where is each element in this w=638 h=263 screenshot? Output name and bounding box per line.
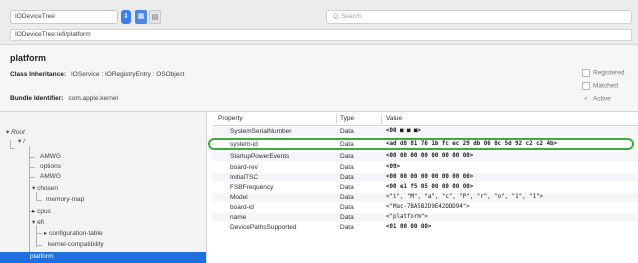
path-text: IODeviceTree:/efi/platform [15, 31, 91, 38]
matched-checkbox[interactable]: Matched [582, 82, 618, 90]
bundle-identifier: Bundle Identifier: com.apple.kernel [10, 95, 118, 102]
property-cell: Model [230, 194, 248, 201]
value-cell: <01 00 00 00> [386, 224, 432, 230]
value-cell: <"platform"> [386, 214, 428, 220]
tree-item-platform-selected[interactable]: platform [0, 252, 206, 263]
table-row[interactable]: SystemSerialNumber Data <00 ■ ■ ■> [212, 127, 638, 136]
tree-item-cpus[interactable]: ▸ cpus [32, 207, 51, 215]
class-inheritance-value: IOService : IORegistryEntry : OSObject [71, 71, 185, 78]
table-row[interactable]: name Data <"platform"> [212, 213, 638, 222]
tree-item-memory-map[interactable]: memory-map [46, 196, 84, 203]
object-title: platform [10, 53, 46, 63]
matched-label: Matched [593, 82, 618, 90]
view-split-icon[interactable]: ▦ [135, 10, 147, 24]
table-row[interactable]: InitialTSC Data <00 00 00 00 00 00 00 00… [212, 173, 638, 182]
tree-item-efi[interactable]: ▾ efi [32, 218, 44, 226]
property-cell: InitialTSC [230, 174, 259, 181]
value-cell: <00 ■ ■ ■> [386, 128, 421, 134]
checkbox-icon [582, 82, 590, 90]
bundle-identifier-value: com.apple.kernel [68, 95, 118, 102]
properties-table: Property Type Value SystemSerialNumber D… [212, 112, 638, 263]
type-cell: Data [340, 184, 354, 191]
table-row[interactable]: FSBFrequency Data <00 e1 f5 05 00 00 00 … [212, 183, 638, 192]
highlight-ring [208, 138, 634, 150]
tree-item-amwg[interactable]: AMWG [40, 153, 61, 160]
property-cell: name [230, 214, 247, 221]
property-cell: StartupPowerEvents [230, 153, 290, 160]
table-row[interactable]: Model Data <"i", "M", "a", "c", "P", "r"… [212, 193, 638, 202]
tree-item-root[interactable]: ▾ Root [6, 128, 25, 136]
type-cell: Data [340, 194, 354, 201]
property-cell: board-id [230, 204, 254, 211]
class-inheritance: Class Inheritance: IOService : IORegistry… [10, 71, 184, 78]
column-header-value[interactable]: Value [386, 115, 402, 122]
active-label: Active [593, 95, 611, 103]
table-row[interactable]: board-id Data <"Mac-7BA5B2D9E42DDD94"> [212, 203, 638, 212]
property-cell: DevicePathsSupported [230, 224, 297, 231]
class-inheritance-label: Class Inheritance: [10, 71, 66, 78]
view-list-icon[interactable]: ▤ [149, 10, 161, 24]
plane-select[interactable]: IODeviceTree [10, 10, 118, 24]
tree-item-chosen[interactable]: ▾ chosen [32, 184, 58, 192]
type-cell: Data [340, 153, 354, 160]
registry-tree: ▾ Root ▾ / AMWG options AMWG ▾ chosen me… [0, 112, 207, 263]
tree-item-slash[interactable]: ▾ / [18, 137, 25, 145]
type-cell: Data [340, 174, 354, 181]
object-info-panel: platform Class Inheritance: IOService : I… [0, 45, 638, 112]
type-cell: Data [340, 224, 354, 231]
tree-item-options[interactable]: options [40, 163, 61, 170]
chevron-updown-icon[interactable]: ⇕ [121, 10, 131, 24]
property-cell: SystemSerialNumber [230, 128, 292, 135]
tree-item-kernel-compatibility[interactable]: kernel-compatibility [48, 241, 104, 248]
type-cell: Data [340, 204, 354, 211]
column-divider[interactable] [336, 114, 337, 124]
header-divider [212, 125, 638, 126]
registered-label: Registered [593, 69, 625, 77]
search-input[interactable]: Q Search [326, 10, 632, 24]
toolbar: IODeviceTree ⇕ ▦ ▤ Q Search IODeviceTree:… [0, 0, 638, 45]
type-cell: Data [340, 128, 354, 135]
search-icon: Q [333, 13, 339, 20]
table-row[interactable]: board-rev Data <09> [212, 163, 638, 172]
property-cell: FSBFrequency [230, 184, 274, 191]
type-cell: Data [340, 214, 354, 221]
search-placeholder: Search [341, 13, 362, 20]
value-cell: <"i", "M", "a", "c", "P", "r", "o", "1",… [386, 194, 544, 200]
path-field[interactable]: IODeviceTree:/efi/platform [10, 29, 632, 41]
value-cell: <00 e1 f5 05 00 00 00 00> [386, 184, 474, 190]
table-row[interactable]: DevicePathsSupported Data <01 00 00 00> [212, 223, 638, 232]
registered-checkbox[interactable]: Registered [582, 69, 624, 77]
value-cell: <00 00 00 00 00 00 00 00> [386, 174, 474, 180]
bundle-identifier-label: Bundle Identifier: [10, 95, 64, 102]
table-row[interactable]: StartupPowerEvents Data <00 00 00 00 00 … [212, 152, 638, 161]
tree-item-amwg[interactable]: AMWG [40, 173, 61, 180]
type-cell: Data [340, 164, 354, 171]
column-divider[interactable] [381, 114, 382, 124]
checkmark-icon: ✓ [583, 96, 589, 102]
active-checkbox[interactable]: ✓ Active [582, 95, 611, 103]
value-cell: <09> [386, 164, 400, 170]
value-cell: <"Mac-7BA5B2D9E42DDD94"> [386, 204, 470, 210]
column-header-property[interactable]: Property [218, 115, 243, 122]
checkbox-icon [582, 69, 590, 77]
column-header-type[interactable]: Type [340, 115, 354, 122]
tree-item-configuration-table[interactable]: ▸ configuration-table [44, 229, 103, 237]
property-cell: board-rev [230, 164, 258, 171]
value-cell: <00 00 00 00 00 00 00 00> [386, 153, 474, 159]
plane-select-value: IODeviceTree [15, 13, 55, 20]
